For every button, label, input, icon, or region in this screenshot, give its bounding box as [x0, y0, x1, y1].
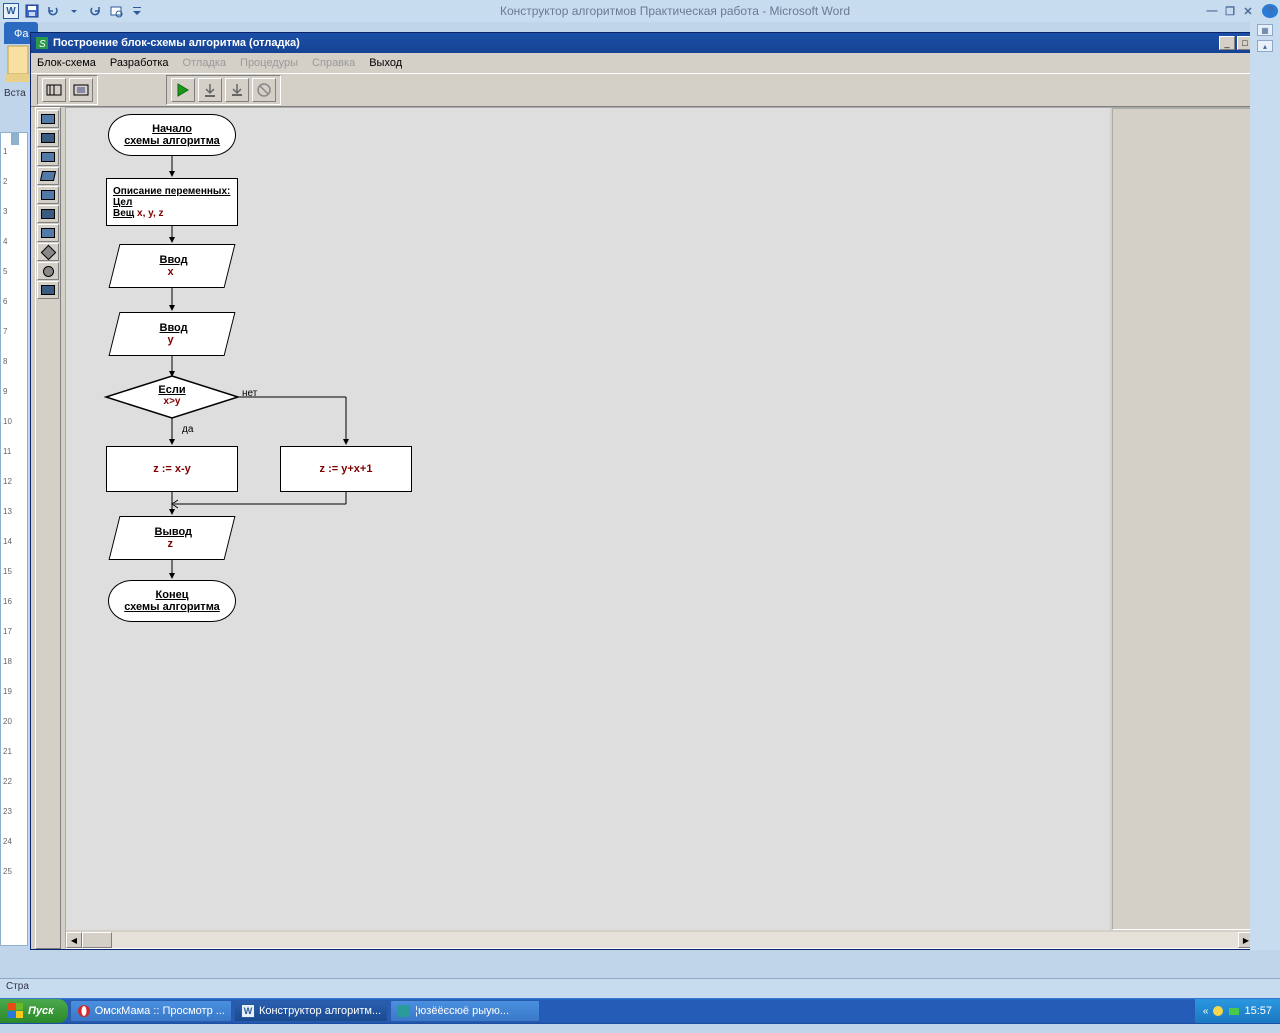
tray-icon-1[interactable] [1212, 1005, 1224, 1017]
tray-icon-2[interactable] [1228, 1005, 1240, 1017]
inner-menubar: Блок-схема Разработка Отладка Процедуры … [31, 53, 1273, 73]
dropdown-icon[interactable] [65, 2, 83, 20]
node-condition-text: Если x>y [154, 384, 190, 407]
step-into-button[interactable] [225, 78, 249, 102]
restore-icon[interactable]: ❐ [1222, 4, 1238, 18]
node-start[interactable]: Начало схемы алгоритма [108, 114, 236, 156]
menu-debug: Отладка [183, 57, 226, 69]
menu-help: Справка [312, 57, 355, 69]
start-button[interactable]: Пуск [0, 999, 68, 1023]
redo-icon[interactable] [86, 2, 104, 20]
windows-logo-icon [8, 1003, 24, 1019]
minimize-icon[interactable]: — [1204, 4, 1220, 18]
inner-toolbar [31, 73, 1273, 107]
tray-expand-icon[interactable]: « [1203, 1006, 1209, 1017]
node-input-y[interactable]: Вводy [109, 312, 236, 356]
label-no: нет [242, 388, 257, 399]
palette-rect-3[interactable] [37, 148, 59, 166]
label-yes: да [182, 424, 193, 435]
scroll-up-word-icon[interactable]: ▴ [1257, 40, 1273, 52]
windows-taskbar: Пуск ОмскМама :: Просмотр ... W Конструк… [0, 998, 1280, 1024]
menu-dev[interactable]: Разработка [110, 57, 169, 69]
palette-rect-2[interactable] [37, 129, 59, 147]
toolbar-btn-2[interactable] [69, 78, 93, 102]
palette-rect-7[interactable] [37, 281, 59, 299]
taskbar-item-1[interactable]: ОмскМама :: Просмотр ... [70, 1000, 232, 1022]
word-right-strip: ▦ ▴ [1250, 22, 1280, 950]
shape-palette [35, 107, 61, 949]
system-tray[interactable]: « 15:57 [1195, 999, 1280, 1023]
palette-rect-5[interactable] [37, 205, 59, 223]
ribbon-label-fragment: Вста [4, 88, 26, 99]
canvas-hscroll[interactable]: ◀ ▶ [66, 932, 1254, 948]
inner-minimize-button[interactable]: _ [1219, 36, 1235, 50]
palette-parallelogram[interactable] [37, 167, 59, 185]
node-declarations[interactable]: Описание переменных: Цел Вещ x, y, z [106, 178, 238, 226]
algorithm-builder-window: S Построение блок-схемы алгоритма (отлад… [30, 32, 1274, 950]
menu-scheme[interactable]: Блок-схема [37, 57, 96, 69]
node-process-right[interactable]: z := y+x+1 [280, 446, 412, 492]
undo-icon[interactable] [44, 2, 62, 20]
word-status-bar: Стра [0, 978, 1280, 998]
word-titlebar: W Конструктор алгоритмов Практическая ра… [0, 0, 1280, 22]
taskbar-item-2[interactable]: W Конструктор алгоритм... [234, 1000, 388, 1022]
menu-exit[interactable]: Выход [369, 57, 402, 69]
inner-title: Построение блок-схемы алгоритма (отладка… [53, 37, 300, 49]
node-process-left[interactable]: z := x-y [106, 446, 238, 492]
app-icon-small [397, 1004, 411, 1018]
print-preview-icon[interactable] [107, 2, 125, 20]
scroll-left-icon[interactable]: ◀ [66, 932, 82, 948]
word-window-controls: — ❐ ✕ ? [1204, 4, 1280, 18]
menu-proc: Процедуры [240, 57, 298, 69]
vertical-ruler: 1234567891011121314151617181920212223242… [0, 132, 28, 946]
inner-content: Начало схемы алгоритма Описание переменн… [31, 107, 1273, 949]
word-app-icon[interactable]: W [2, 2, 20, 20]
close-icon[interactable]: ✕ [1240, 4, 1256, 18]
node-end[interactable]: Конец схемы алгоритма [108, 580, 236, 622]
taskbar-item-3[interactable]: ¦юзёёєсюё рыую... [390, 1000, 540, 1022]
palette-rect-6[interactable] [37, 224, 59, 242]
clock[interactable]: 15:57 [1244, 1005, 1272, 1017]
run-button[interactable] [171, 78, 195, 102]
side-panel [1112, 108, 1254, 930]
palette-circle[interactable] [37, 262, 59, 280]
svg-text:S: S [39, 39, 46, 50]
step-over-button[interactable] [198, 78, 222, 102]
palette-rect[interactable] [37, 110, 59, 128]
help-icon[interactable]: ? [1262, 4, 1278, 18]
stop-button[interactable] [252, 78, 276, 102]
status-text: Стра [6, 981, 29, 992]
opera-icon [77, 1004, 91, 1018]
palette-diamond[interactable] [37, 243, 59, 261]
hscroll-thumb[interactable] [82, 932, 112, 948]
node-output[interactable]: Выводz [109, 516, 236, 560]
inner-titlebar[interactable]: S Построение блок-схемы алгоритма (отлад… [31, 33, 1273, 53]
toolbar-btn-1[interactable] [42, 78, 66, 102]
ribbon-fragment [6, 44, 30, 84]
ruler-toggle-icon[interactable]: ▦ [1257, 24, 1273, 36]
canvas[interactable]: Начало схемы алгоритма Описание переменн… [65, 107, 1271, 949]
qat-dropdown-icon[interactable] [128, 2, 146, 20]
palette-rect-4[interactable] [37, 186, 59, 204]
quick-access-toolbar: W [0, 2, 146, 20]
word-icon: W [241, 1004, 255, 1018]
node-input-x[interactable]: Вводx [109, 244, 236, 288]
save-icon[interactable] [23, 2, 41, 20]
word-title: Конструктор алгоритмов Практическая рабо… [146, 4, 1204, 18]
app-icon: S [35, 36, 49, 50]
